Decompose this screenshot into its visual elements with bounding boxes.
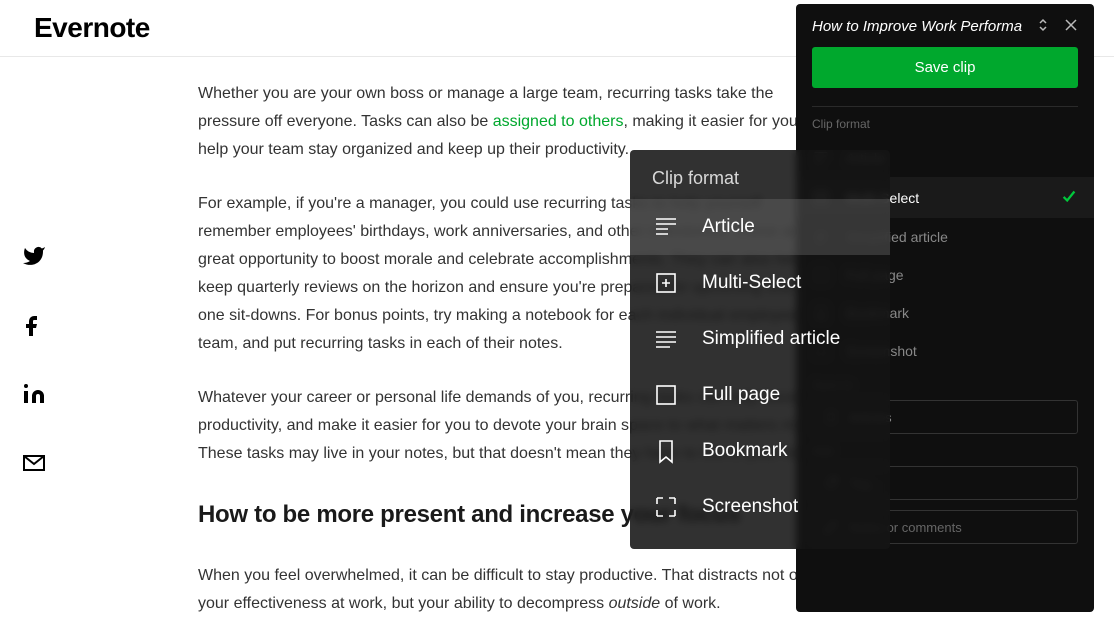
- popup-option-simplified[interactable]: Simplified article: [630, 311, 890, 367]
- paragraph: When you feel overwhelmed, it can be dif…: [198, 562, 838, 618]
- twitter-icon[interactable]: [22, 244, 46, 273]
- brand-name: Evernote: [34, 12, 150, 44]
- screenshot-icon: [652, 493, 680, 521]
- text-italic: outside: [609, 595, 661, 612]
- popup-option-fullpage[interactable]: Full page: [630, 367, 890, 423]
- option-label: Full page: [702, 384, 780, 406]
- facebook-icon[interactable]: [22, 313, 46, 342]
- option-label: Simplified article: [702, 328, 840, 350]
- divider: [812, 106, 1078, 107]
- popup-option-bookmark[interactable]: Bookmark: [630, 423, 890, 479]
- email-icon[interactable]: [22, 451, 46, 480]
- text: of work.: [660, 595, 720, 612]
- fullpage-icon: [652, 381, 680, 409]
- option-label: Multi-Select: [702, 272, 801, 294]
- option-label: Bookmark: [702, 440, 788, 462]
- clip-format-label: Clip format: [796, 117, 1094, 139]
- close-icon[interactable]: [1064, 18, 1078, 35]
- bookmark-icon: [652, 437, 680, 465]
- option-label: Screenshot: [702, 496, 798, 518]
- article-icon: [652, 213, 680, 241]
- linkedin-icon[interactable]: [22, 382, 46, 411]
- assigned-to-others-link[interactable]: assigned to others: [493, 113, 624, 130]
- multiselect-icon: [652, 269, 680, 297]
- save-clip-button[interactable]: Save clip: [812, 47, 1078, 88]
- popup-option-article[interactable]: Article: [630, 199, 890, 255]
- social-share-bar: [22, 244, 46, 480]
- text: When you feel overwhelmed, it can be dif…: [198, 567, 818, 612]
- simplified-icon: [652, 325, 680, 353]
- sort-icon[interactable]: [1036, 18, 1050, 35]
- clipper-header: How to Improve Work Performan: [796, 4, 1094, 47]
- popup-title: Clip format: [630, 168, 890, 199]
- clip-title: How to Improve Work Performan: [812, 18, 1022, 35]
- popup-option-multiselect[interactable]: Multi-Select: [630, 255, 890, 311]
- check-icon: [1060, 187, 1078, 208]
- popup-option-screenshot[interactable]: Screenshot: [630, 479, 890, 535]
- option-label: Article: [702, 216, 755, 238]
- brand-logo[interactable]: Evernote: [26, 12, 150, 44]
- clip-format-popup: Clip format Article Multi-Select Simplif…: [630, 150, 890, 549]
